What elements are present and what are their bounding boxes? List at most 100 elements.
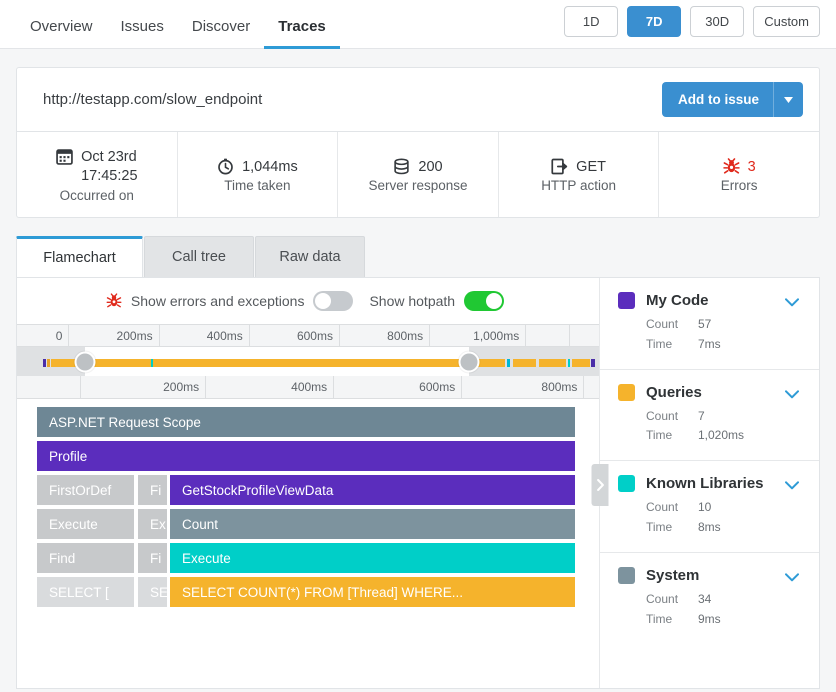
nav-tab-traces[interactable]: Traces [264, 19, 340, 49]
minimap-handle-left[interactable] [74, 351, 95, 372]
category-legend-panel: My CodeCount57Time7msQueriesCount7Time1,… [600, 278, 819, 688]
flamechart-segment[interactable]: SELECT COUNT(*) FROM [Thread] WHERE... [170, 577, 575, 607]
legend-time-label: Time [646, 518, 698, 538]
legend-item-header: Known Libraries [618, 475, 803, 492]
legend-time-label: Time [646, 610, 698, 630]
legend-time-value: 7ms [698, 335, 721, 355]
legend-item[interactable]: QueriesCount7Time1,020ms [600, 370, 819, 462]
flamechart-row: ASP.NET Request Scope [37, 407, 599, 441]
legend-item-metrics: Count57Time7ms [618, 315, 803, 355]
legend-item-header: Queries [618, 384, 803, 401]
stat-http-action-label: HTTP action [541, 178, 616, 193]
flamechart-segment[interactable]: Count [170, 509, 575, 539]
color-swatch-icon [618, 292, 635, 309]
database-icon [393, 158, 410, 175]
calendar-icon [56, 148, 73, 165]
minimap-handle-right[interactable] [459, 351, 480, 372]
flamechart-area: Show errors and exceptions Show hotpath … [17, 278, 600, 688]
chevron-down-icon[interactable] [785, 294, 799, 312]
minimap-segment [51, 359, 505, 367]
legend-item[interactable]: My Code Count57Time7ms [600, 278, 819, 370]
stat-errors: 3 Errors [659, 132, 819, 217]
legend-item-metrics: Count10Time8ms [618, 498, 803, 538]
show-errors-label: Show errors and exceptions [131, 293, 305, 309]
range-button-custom[interactable]: Custom [753, 6, 820, 37]
show-hotpath-label: Show hotpath [369, 293, 455, 309]
trace-stats-strip: Oct 23rd 17:45:25 Occurred on 1,0 [17, 132, 819, 217]
legend-item[interactable]: Known Libraries Count10Time8ms [600, 461, 819, 553]
ruler-tick: 0 [17, 325, 69, 346]
legend-count-value: 34 [698, 590, 711, 610]
ruler-tick: 800ms [340, 325, 430, 346]
stat-errors-value: 3 [748, 159, 756, 175]
flamechart-segment[interactable]: GetStockProfileViewData [170, 475, 575, 505]
show-errors-switch[interactable] [313, 291, 353, 311]
flamechart-row: Profile [37, 441, 599, 475]
chevron-down-icon[interactable] [773, 82, 803, 117]
flamechart-row: ExecuteExCount [37, 509, 599, 543]
ruler-tick: 600ms [334, 376, 462, 398]
add-to-issue-button[interactable]: Add to issue [662, 82, 803, 117]
stat-time-taken-label: Time taken [224, 178, 290, 193]
legend-time-label: Time [646, 335, 698, 355]
bug-icon [106, 293, 122, 309]
range-button-7d[interactable]: 7D [627, 6, 681, 37]
stat-errors-label: Errors [721, 178, 758, 193]
tab-raw-data[interactable]: Raw data [255, 236, 365, 277]
legend-item-name: Known Libraries [646, 475, 764, 492]
panel-tab-list: Flamechart Call tree Raw data [16, 236, 820, 277]
minimap-segment [47, 359, 50, 367]
show-hotpath-switch[interactable] [464, 291, 504, 311]
nav-tab-overview[interactable]: Overview [16, 19, 107, 49]
ruler-tick [17, 376, 81, 398]
collapse-sidebar-button[interactable] [592, 464, 609, 506]
flamechart-segment[interactable]: ASP.NET Request Scope [37, 407, 575, 437]
page-body: http://testapp.com/slow_endpoint Add to … [0, 49, 836, 689]
flamechart-segment[interactable]: Fi [138, 475, 167, 505]
legend-item[interactable]: SystemCount34Time9ms [600, 553, 819, 644]
chevron-right-icon [596, 479, 604, 491]
flamechart-row: FirstOrDefFiGetStockProfileViewData [37, 475, 599, 509]
range-button-1d[interactable]: 1D [564, 6, 618, 37]
chevron-down-icon[interactable] [785, 569, 799, 587]
legend-count-label: Count [646, 590, 698, 610]
flamechart-rows: ASP.NET Request ScopeProfileFirstOrDefFi… [17, 399, 599, 611]
stat-occurred-on: Oct 23rd 17:45:25 Occurred on [17, 132, 178, 217]
legend-count-value: 7 [698, 407, 705, 427]
clock-icon [217, 158, 234, 175]
date-range-selector: 1D 7D 30D Custom [564, 6, 820, 37]
color-swatch-icon [618, 567, 635, 584]
timeline-minimap[interactable] [17, 347, 599, 376]
minimap-track [17, 359, 599, 367]
ruler-tick [584, 376, 599, 398]
flamechart-segment[interactable]: Execute [37, 509, 134, 539]
nav-tab-issues[interactable]: Issues [107, 19, 178, 49]
minimap-segment [43, 359, 46, 367]
legend-count-value: 57 [698, 315, 711, 335]
flamechart-segment[interactable]: SE [138, 577, 167, 607]
legend-time-label: Time [646, 426, 698, 446]
legend-count-value: 10 [698, 498, 711, 518]
flamechart-segment[interactable]: SELECT [ [37, 577, 134, 607]
flamechart-toggle-row: Show errors and exceptions Show hotpath [17, 278, 599, 324]
chevron-down-icon[interactable] [785, 477, 799, 495]
minimap-segment [568, 359, 571, 367]
legend-metric-time: Time7ms [646, 335, 803, 355]
legend-item-header: My Code [618, 292, 803, 309]
tab-call-tree[interactable]: Call tree [144, 236, 254, 277]
flamechart-segment[interactable]: Execute [170, 543, 575, 573]
nav-tab-discover[interactable]: Discover [178, 19, 264, 49]
legend-time-value: 8ms [698, 518, 721, 538]
flamechart-segment[interactable]: FirstOrDef [37, 475, 134, 505]
range-button-30d[interactable]: 30D [690, 6, 744, 37]
flamechart-segment[interactable]: Profile [37, 441, 575, 471]
tab-flamechart[interactable]: Flamechart [16, 236, 143, 277]
chevron-down-icon[interactable] [785, 386, 799, 404]
flamechart-segment[interactable]: Ex [138, 509, 167, 539]
ruler-tick: 600ms [250, 325, 340, 346]
stat-http-action-value: GET [576, 159, 606, 175]
switch-knob [486, 293, 502, 309]
show-errors-toggle-group: Show errors and exceptions [106, 291, 354, 311]
flamechart-segment[interactable]: Find [37, 543, 134, 573]
flamechart-segment[interactable]: Fi [138, 543, 167, 573]
